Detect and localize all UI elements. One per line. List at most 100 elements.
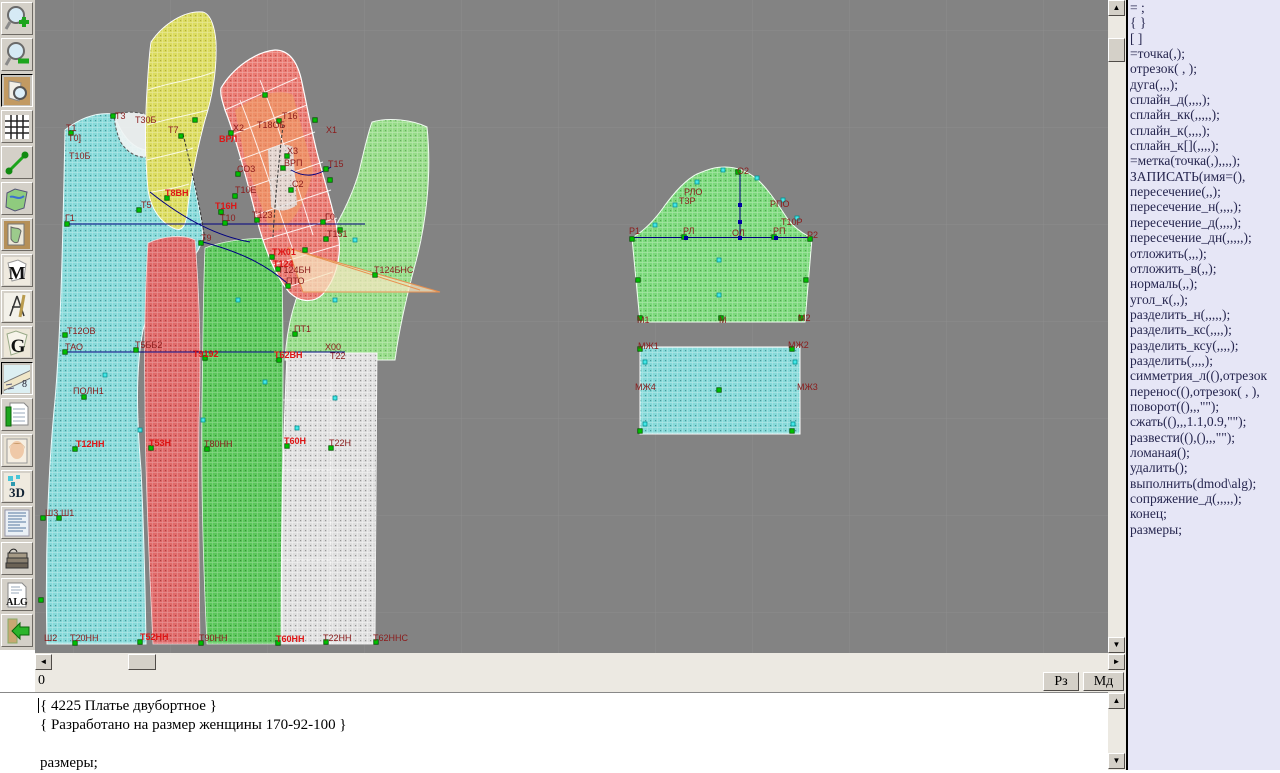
letter-m-icon[interactable]: M: [1, 254, 33, 287]
point-label: Т18ОБ: [257, 120, 286, 130]
text-list-icon[interactable]: [1, 506, 33, 539]
3d-icon[interactable]: 3D: [1, 470, 33, 503]
command-line: поворот((),,,"");: [1128, 399, 1280, 414]
canvas-hscrollbar[interactable]: ◄ ►: [35, 653, 1126, 671]
svg-text:M: M: [9, 263, 26, 283]
piece-strip-gray: [282, 353, 377, 644]
command-line: разделить_ксу(,,,,);: [1128, 338, 1280, 353]
handle-dot: [263, 380, 267, 384]
letter-g-icon[interactable]: G: [1, 326, 33, 359]
map-icon[interactable]: [1, 182, 33, 215]
command-line: угол_к(,,);: [1128, 292, 1280, 307]
alg-file-icon[interactable]: ALG: [1, 578, 33, 611]
command-line: симметрия_л((),отрезок: [1128, 368, 1280, 383]
command-line: пересечение_н(,,,,);: [1128, 199, 1280, 214]
command-line: дуга(,,,);: [1128, 77, 1280, 92]
vscroll-thumb[interactable]: [1108, 38, 1125, 62]
command-line: =метка(точка(,),,,,);: [1128, 153, 1280, 168]
point-label: Т80НН: [204, 439, 233, 449]
handle-dot: [790, 429, 795, 434]
command-reference-panel[interactable]: = ;{ }[ ]=точка(,);отрезок( , );дуга(,,,…: [1126, 0, 1280, 770]
status-bar: 0 Рз Мд: [35, 671, 1126, 692]
exit-arrow-icon[interactable]: [1, 614, 33, 647]
command-line: разделить_кс(,,,,);: [1128, 322, 1280, 337]
command-line: сплайн_к[](,,,,);: [1128, 138, 1280, 153]
handle-dot: [791, 422, 795, 426]
ruler-icon[interactable]: 8: [1, 362, 33, 395]
command-line: разделить(,,,,);: [1128, 353, 1280, 368]
point-label: ТЖ01: [272, 247, 296, 257]
point-label: Т10: [220, 213, 236, 223]
scroll-right-icon[interactable]: ►: [1108, 654, 1125, 670]
handle-dot: [630, 237, 635, 242]
command-line: = ;: [1128, 0, 1280, 15]
md-button[interactable]: Мд: [1083, 672, 1124, 691]
rz-button[interactable]: Рз: [1043, 672, 1079, 691]
left-toolbar: M G 8 3D ALG: [0, 0, 37, 650]
svg-text:ALG: ALG: [6, 597, 28, 608]
point-label: ОЛ: [732, 228, 745, 238]
command-line: конец;: [1128, 506, 1280, 521]
point-label: Т12ОВ: [67, 326, 96, 336]
point-label: РПО: [770, 199, 789, 209]
command-line: сплайн_кк(,,,,,);: [1128, 107, 1280, 122]
handle-dot: [717, 293, 721, 297]
handle-dot: [643, 360, 647, 364]
command-line: ломаная();: [1128, 445, 1280, 460]
handle-dot: [179, 134, 184, 139]
point-label: Т53Н: [149, 438, 171, 448]
point-label: Т62ННС: [373, 633, 409, 643]
point-label: Т60НН: [276, 634, 305, 644]
handle-dot: [738, 220, 742, 224]
point-label: Т7: [168, 125, 179, 135]
hscroll-thumb[interactable]: [128, 654, 156, 670]
editor-line: размеры;: [0, 754, 1108, 773]
grid-icon[interactable]: [1, 110, 33, 143]
svg-text:3D: 3D: [9, 485, 25, 500]
canvas-vscrollbar[interactable]: ▲ ▼: [1108, 0, 1126, 653]
command-line: отложить(,,,);: [1128, 246, 1280, 261]
handle-dot: [328, 178, 333, 183]
zoom-in-icon[interactable]: [1, 2, 33, 35]
editor-vscrollbar[interactable]: ▲ ▼: [1108, 692, 1126, 770]
point-label: Т22НН: [323, 633, 352, 643]
point-label: ТАО: [65, 342, 83, 352]
point-label: Т1: [66, 123, 77, 133]
point-label: Т12НН: [76, 439, 105, 449]
point-label: Т5ББ2: [135, 340, 162, 350]
command-line: пересечение(,,);: [1128, 184, 1280, 199]
handle-dot: [653, 223, 657, 227]
books-icon[interactable]: [1, 542, 33, 575]
handle-dot: [695, 180, 699, 184]
editor-scroll-down-icon[interactable]: ▼: [1108, 753, 1125, 769]
scroll-left-icon[interactable]: ◄: [35, 654, 52, 670]
command-line: [ ]: [1128, 31, 1280, 46]
drafting-tools-icon[interactable]: [1, 290, 33, 323]
zoom-out-icon[interactable]: [1, 38, 33, 71]
segment-icon[interactable]: [1, 146, 33, 179]
command-line: перенос((),отрезок( , ),: [1128, 384, 1280, 399]
handle-dot: [303, 248, 308, 253]
preview-pattern-icon[interactable]: [1, 74, 33, 107]
scroll-up-icon[interactable]: ▲: [1108, 0, 1125, 16]
point-label: Т151: [327, 229, 348, 239]
editor-scroll-up-icon[interactable]: ▲: [1108, 693, 1125, 709]
point-label: Т60Н: [284, 436, 306, 446]
command-line: удалить();: [1128, 460, 1280, 475]
portrait-icon[interactable]: [1, 434, 33, 467]
point-label: Р1: [629, 226, 640, 236]
handle-dot: [774, 236, 778, 240]
handle-dot: [717, 388, 722, 393]
handle-dot: [638, 429, 643, 434]
point-label: Т20НН: [70, 633, 99, 643]
program-editor[interactable]: { 4225 Платье двубортное }{ Разработано …: [0, 692, 1108, 770]
scroll-down-icon[interactable]: ▼: [1108, 637, 1125, 653]
point-label: СО3: [237, 164, 255, 174]
pattern-sheet-icon[interactable]: [1, 218, 33, 251]
handle-dot: [103, 373, 107, 377]
point-label: МЖ3: [797, 382, 818, 392]
command-list: = ;{ }[ ]=точка(,);отрезок( , );дуга(,,,…: [1128, 0, 1280, 537]
drawing-canvas[interactable]: Т3Т30БТ7Т1Т0]Т10БТ5Т8ВНГ1Т9Х2ВРЛТ16Т18ОБ…: [35, 0, 1108, 653]
svg-text:G: G: [11, 336, 26, 357]
size-table-icon[interactable]: [1, 398, 33, 431]
